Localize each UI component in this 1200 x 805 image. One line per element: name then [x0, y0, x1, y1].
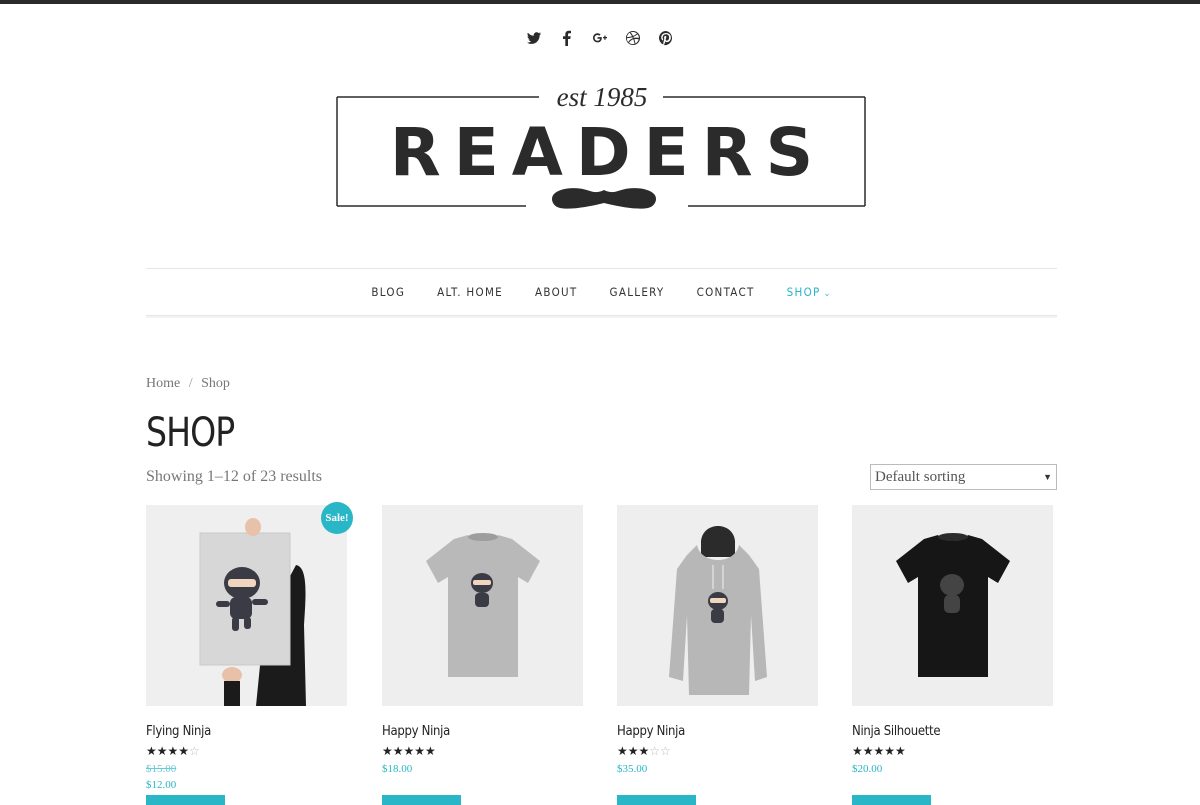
nav-item-contact[interactable]: CONTACT [697, 285, 755, 299]
chevron-down-icon: ⌄ [823, 289, 832, 299]
product-card[interactable]: Ninja Silhouette ★★★★★ $20.00 [852, 505, 1053, 805]
product-name[interactable]: Flying Ninja [146, 724, 211, 739]
nav-item-blog[interactable]: BLOG [371, 285, 405, 299]
add-to-cart-button[interactable] [382, 795, 461, 805]
breadcrumb-home[interactable]: Home [146, 376, 180, 391]
logo-tagline: est 1985 [557, 82, 648, 112]
star-rating: ★★★★☆ [146, 744, 200, 758]
product-image-tshirt[interactable] [382, 505, 583, 706]
nav-item-gallery[interactable]: GALLERY [610, 285, 665, 299]
result-count: Showing 1–12 of 23 results [146, 468, 322, 485]
top-bar [0, 0, 1200, 4]
twitter-icon[interactable] [525, 28, 544, 48]
mustache-icon [552, 188, 656, 209]
google-plus-icon[interactable] [591, 28, 610, 48]
star-rating: ★★★★★ [852, 744, 906, 758]
nav-item-shop-label: SHOP [786, 285, 821, 299]
breadcrumb-current: Shop [201, 376, 230, 391]
breadcrumb-separator: / [188, 376, 193, 391]
product-image-hoodie[interactable] [617, 505, 818, 706]
add-to-cart-button[interactable] [146, 795, 225, 805]
product-image-poster[interactable] [146, 505, 347, 706]
original-price: $15.00 [146, 763, 177, 775]
add-to-cart-button[interactable] [617, 795, 696, 805]
sort-select-value: Default sorting [875, 468, 966, 485]
star-rating: ★★★☆☆ [617, 744, 671, 758]
dropdown-arrow-icon: ▼ [1043, 472, 1052, 482]
product-card[interactable]: Happy Ninja ★★★☆☆ $35.00 [617, 505, 818, 805]
nav-item-about[interactable]: ABOUT [535, 285, 578, 299]
pinterest-icon[interactable] [657, 28, 676, 48]
breadcrumb: Home / Shop [146, 376, 230, 392]
sale-badge: Sale! [321, 502, 353, 534]
product-name[interactable]: Happy Ninja [382, 724, 450, 739]
product-price: $20.00 [852, 763, 883, 775]
main-nav: BLOG ALT. HOME ABOUT GALLERY CONTACT SHO… [146, 268, 1057, 316]
product-card[interactable]: Happy Ninja ★★★★★ $18.00 [382, 505, 583, 805]
product-name[interactable]: Happy Ninja [617, 724, 685, 739]
product-card[interactable]: Sale! Flying Ninja ★★★★☆ $15.00 $12.00 [146, 502, 353, 805]
sale-price: $12.00 [146, 779, 177, 791]
product-price: $35.00 [617, 763, 648, 775]
logo-brand: READERS [390, 114, 826, 191]
facebook-icon[interactable] [558, 28, 577, 48]
product-price: $18.00 [382, 763, 413, 775]
nav-item-alt-home[interactable]: ALT. HOME [437, 285, 503, 299]
add-to-cart-button[interactable] [852, 795, 931, 805]
product-name[interactable]: Ninja Silhouette [852, 724, 941, 739]
nav-item-shop[interactable]: SHOP ⌄ [787, 285, 832, 299]
sort-select[interactable]: Default sorting ▼ [870, 464, 1057, 490]
star-rating: ★★★★★ [382, 744, 436, 758]
page-title: SHOP [146, 410, 235, 456]
social-links [0, 28, 1200, 48]
site-logo[interactable]: est 1985 READERS [336, 80, 866, 220]
dribbble-icon[interactable] [624, 28, 643, 48]
product-image-tshirt-black[interactable] [852, 505, 1053, 706]
